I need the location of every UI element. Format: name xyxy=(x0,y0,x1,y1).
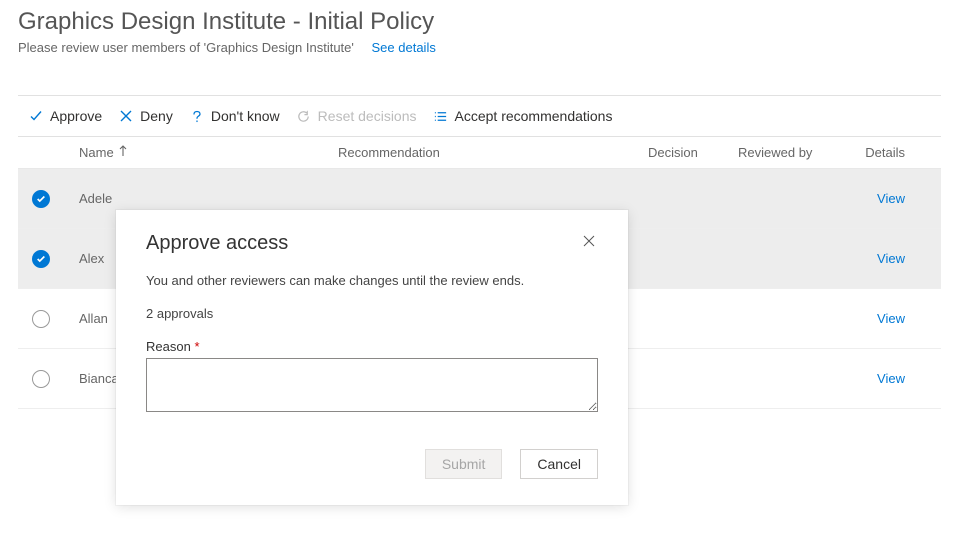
see-details-link[interactable]: See details xyxy=(372,40,436,55)
sort-asc-icon xyxy=(118,145,128,160)
x-icon xyxy=(118,108,134,124)
dialog-hint: You and other reviewers can make changes… xyxy=(146,273,598,288)
row-checkbox[interactable] xyxy=(32,310,50,328)
deny-label: Deny xyxy=(140,108,173,124)
reset-decisions-button: Reset decisions xyxy=(296,108,417,124)
row-checkbox[interactable] xyxy=(32,190,50,208)
reset-icon xyxy=(296,108,312,124)
column-details[interactable]: Details xyxy=(848,145,925,160)
reason-label: Reason xyxy=(146,339,191,354)
dont-know-button[interactable]: Don't know xyxy=(189,108,280,124)
required-indicator: * xyxy=(194,339,199,354)
column-reviewed-by[interactable]: Reviewed by xyxy=(738,145,848,160)
check-icon xyxy=(28,108,44,124)
dont-know-label: Don't know xyxy=(211,108,280,124)
view-link[interactable]: View xyxy=(848,251,925,266)
page-title: Graphics Design Institute - Initial Poli… xyxy=(18,8,941,36)
view-link[interactable]: View xyxy=(848,311,925,326)
approve-access-dialog: Approve access You and other reviewers c… xyxy=(116,210,628,505)
column-name[interactable]: Name xyxy=(63,145,338,160)
accept-rec-label: Accept recommendations xyxy=(455,108,613,124)
cancel-button[interactable]: Cancel xyxy=(520,449,598,479)
view-link[interactable]: View xyxy=(848,191,925,206)
deny-button[interactable]: Deny xyxy=(118,108,173,124)
dialog-title: Approve access xyxy=(146,232,288,255)
view-link[interactable]: View xyxy=(848,371,925,386)
column-recommendation[interactable]: Recommendation xyxy=(338,145,648,160)
column-decision[interactable]: Decision xyxy=(648,145,738,160)
close-button[interactable] xyxy=(580,232,598,253)
list-check-icon xyxy=(433,108,449,124)
table-header: Name Recommendation Decision Reviewed by… xyxy=(18,137,941,169)
reset-label: Reset decisions xyxy=(318,108,417,124)
approve-label: Approve xyxy=(50,108,102,124)
accept-recommendations-button[interactable]: Accept recommendations xyxy=(433,108,613,124)
close-icon xyxy=(582,236,596,251)
toolbar: Approve Deny Don't know Reset decisions xyxy=(18,96,941,137)
row-checkbox[interactable] xyxy=(32,250,50,268)
submit-button[interactable]: Submit xyxy=(425,449,503,479)
reason-input[interactable] xyxy=(146,358,598,412)
approve-button[interactable]: Approve xyxy=(28,108,102,124)
page-subtitle: Please review user members of 'Graphics … xyxy=(18,40,354,55)
dialog-approval-count: 2 approvals xyxy=(146,306,598,321)
row-name: Adele xyxy=(63,191,338,206)
row-checkbox[interactable] xyxy=(32,370,50,388)
question-icon xyxy=(189,108,205,124)
